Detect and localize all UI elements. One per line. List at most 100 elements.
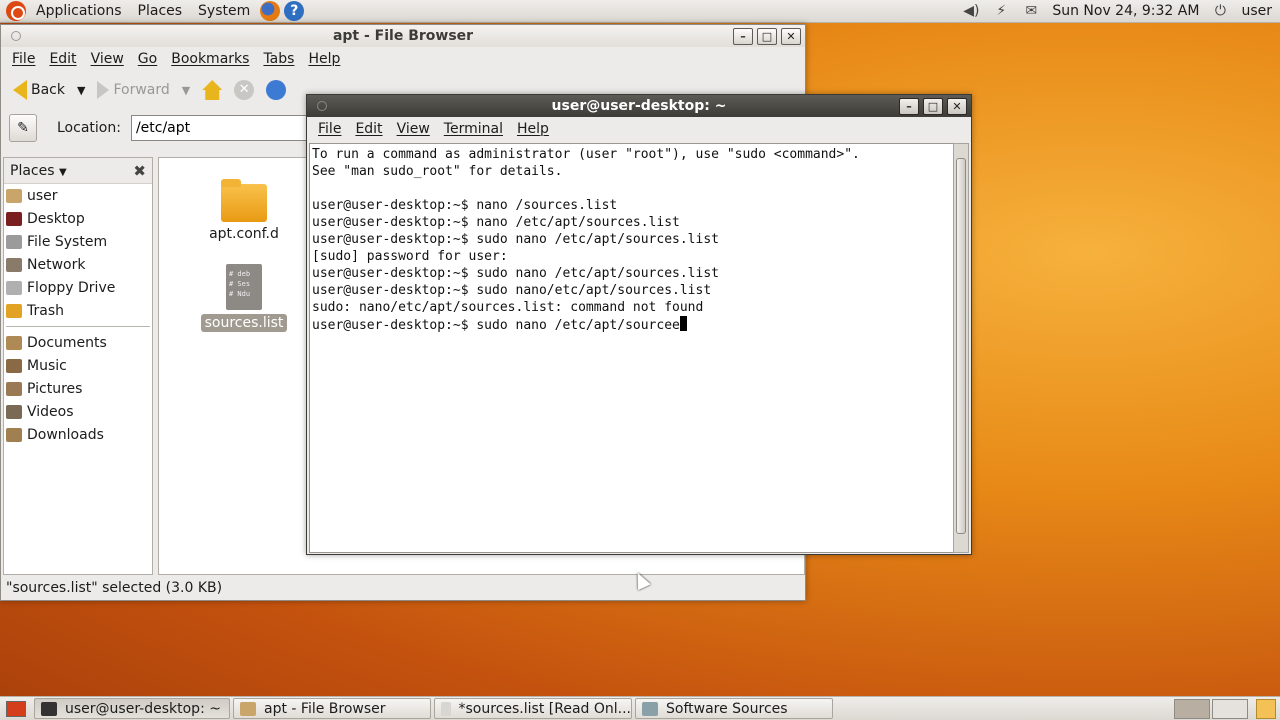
sidebar-item-desktop[interactable]: Desktop xyxy=(4,207,152,230)
sidebar-item-label: Network xyxy=(27,256,86,273)
sidebar-item-network[interactable]: Network xyxy=(4,253,152,276)
menu-tabs[interactable]: Tabs xyxy=(256,51,301,67)
chevron-down-icon[interactable]: ▼ xyxy=(182,84,190,97)
minimize-button[interactable]: – xyxy=(733,27,753,45)
sidebar-bookmark-pictures[interactable]: Pictures xyxy=(4,377,152,400)
applications-menu[interactable]: Applications xyxy=(28,0,130,23)
file-system-icon xyxy=(6,234,22,249)
system-menu[interactable]: System xyxy=(190,0,258,23)
user-icon xyxy=(6,188,22,203)
terminal-line: sudo: nano/etc/apt/sources.list: command… xyxy=(312,300,704,315)
menu-view[interactable]: View xyxy=(390,121,437,137)
back-button[interactable]: Back ▼ xyxy=(9,75,89,105)
reload-button[interactable] xyxy=(262,75,290,105)
file-browser-titlebar[interactable]: apt - File Browser – □ ✕ xyxy=(1,25,805,47)
sidebar-bookmark-videos[interactable]: Videos xyxy=(4,400,152,423)
maximize-button[interactable]: □ xyxy=(757,27,777,45)
window-title: user@user-desktop: ~ xyxy=(551,98,727,114)
sidebar-type-select[interactable]: Places ▼ xyxy=(10,163,67,179)
terminal-line: user@user-desktop:~$ sudo nano /etc/apt/… xyxy=(312,232,719,247)
sidebar-item-floppy-drive[interactable]: Floppy Drive xyxy=(4,276,152,299)
terminal-line: user@user-desktop:~$ nano /etc/apt/sourc… xyxy=(312,215,680,230)
taskbar-button[interactable]: *sources.list [Read Onl... xyxy=(434,698,632,719)
sidebar-item-trash[interactable]: Trash xyxy=(4,299,152,322)
downloads-icon xyxy=(6,427,22,442)
places-sidebar: Places ▼ ✖ user Desktop File System Network… xyxy=(3,157,153,575)
places-menu[interactable]: Places xyxy=(130,0,191,23)
stop-button[interactable]: ✕ xyxy=(230,75,258,105)
menu-edit[interactable]: Edit xyxy=(42,51,83,67)
window-menu-icon[interactable] xyxy=(11,31,21,41)
sidebar-header: Places ▼ ✖ xyxy=(4,158,152,184)
minimize-button[interactable]: – xyxy=(899,97,919,115)
menu-file[interactable]: File xyxy=(5,51,42,67)
terminal-line: [sudo] password for user: xyxy=(312,249,508,264)
user-menu[interactable]: user xyxy=(1241,3,1272,19)
window-menu-icon[interactable] xyxy=(317,101,327,111)
show-desktop-button[interactable] xyxy=(6,700,26,717)
ubuntu-logo-icon[interactable] xyxy=(6,1,26,21)
up-button[interactable] xyxy=(198,75,226,105)
toggle-location-button[interactable]: ✎ xyxy=(9,114,37,142)
location-input[interactable] xyxy=(130,115,331,141)
workspace-1[interactable] xyxy=(1174,698,1210,719)
workspace-2[interactable] xyxy=(1212,698,1248,719)
maximize-button[interactable]: □ xyxy=(923,97,943,115)
forward-arrow-icon xyxy=(97,81,110,99)
volume-icon[interactable]: ◀) xyxy=(962,3,980,19)
power-icon[interactable]: ⏻ xyxy=(1211,3,1229,19)
app-icon xyxy=(240,701,256,716)
sidebar-bookmark-downloads[interactable]: Downloads xyxy=(4,423,152,446)
terminal-line: See "man sudo_root" for details. xyxy=(312,164,563,179)
terminal-output[interactable]: To run a command as administrator (user … xyxy=(309,143,957,553)
terminal-prompt-line[interactable]: user@user-desktop:~$ sudo nano /etc/apt/… xyxy=(312,316,954,333)
top-panel: Applications Places System ? ◀) ⚡ ✉ Sun … xyxy=(0,0,1280,23)
forward-button[interactable]: Forward ▼ xyxy=(93,75,194,105)
menu-file[interactable]: File xyxy=(311,121,348,137)
sidebar-item-user[interactable]: user xyxy=(4,184,152,207)
menu-view[interactable]: View xyxy=(84,51,131,67)
file-item-text[interactable]: # deb # Ses # Ndu sources.list xyxy=(199,264,289,332)
sidebar-item-label: user xyxy=(27,187,58,204)
help-icon[interactable]: ? xyxy=(284,1,305,21)
file-preview-line: # Ses xyxy=(229,280,251,288)
menu-help[interactable]: Help xyxy=(510,121,556,137)
close-button[interactable]: ✕ xyxy=(781,27,801,45)
taskbar-label: apt - File Browser xyxy=(264,700,386,717)
network-icon[interactable]: ⚡ xyxy=(992,3,1010,19)
current-command: user@user-desktop:~$ sudo nano /etc/apt/… xyxy=(312,318,680,333)
close-sidebar-icon[interactable]: ✖ xyxy=(133,162,146,180)
scrollbar-thumb[interactable] xyxy=(956,158,966,534)
sidebar-bookmark-music[interactable]: Music xyxy=(4,354,152,377)
close-button[interactable]: ✕ xyxy=(947,97,967,115)
floppy-drive-icon xyxy=(6,280,22,295)
taskbar-button[interactable]: apt - File Browser xyxy=(233,698,431,719)
taskbar-button[interactable]: Software Sources xyxy=(635,698,833,719)
places-list: user Desktop File System Network Floppy Driv… xyxy=(4,184,152,322)
menu-go[interactable]: Go xyxy=(131,51,164,67)
sidebar-bookmark-documents[interactable]: Documents xyxy=(4,331,152,354)
firefox-icon[interactable] xyxy=(260,1,281,21)
clock[interactable]: Sun Nov 24, 9:32 AM xyxy=(1052,3,1199,19)
trash-icon xyxy=(6,303,22,318)
menu-edit[interactable]: Edit xyxy=(348,121,389,137)
terminal-titlebar[interactable]: user@user-desktop: ~ – □ ✕ xyxy=(307,95,971,117)
trash-icon[interactable] xyxy=(1256,698,1276,719)
terminal-line: user@user-desktop:~$ sudo nano /etc/apt/… xyxy=(312,266,719,281)
file-item-folder[interactable]: apt.conf.d xyxy=(199,179,289,242)
taskbar-label: user@user-desktop: ~ xyxy=(65,700,221,717)
terminal-window: user@user-desktop: ~ – □ ✕ File Edit Vie… xyxy=(306,94,972,555)
mail-icon[interactable]: ✉ xyxy=(1022,3,1040,19)
chevron-down-icon[interactable]: ▼ xyxy=(77,84,85,97)
menu-bookmarks[interactable]: Bookmarks xyxy=(164,51,256,67)
sidebar-item-file-system[interactable]: File System xyxy=(4,230,152,253)
taskbar-button[interactable]: user@user-desktop: ~ xyxy=(34,698,230,719)
menu-help[interactable]: Help xyxy=(301,51,347,67)
window-title: apt - File Browser xyxy=(332,28,474,44)
back-label: Back xyxy=(31,82,65,98)
menu-terminal[interactable]: Terminal xyxy=(437,121,510,137)
terminal-scrollbar[interactable] xyxy=(953,143,969,553)
sidebar-item-label: Trash xyxy=(27,302,64,319)
forward-label: Forward xyxy=(113,82,170,98)
taskbar-label: *sources.list [Read Onl... xyxy=(458,700,631,717)
